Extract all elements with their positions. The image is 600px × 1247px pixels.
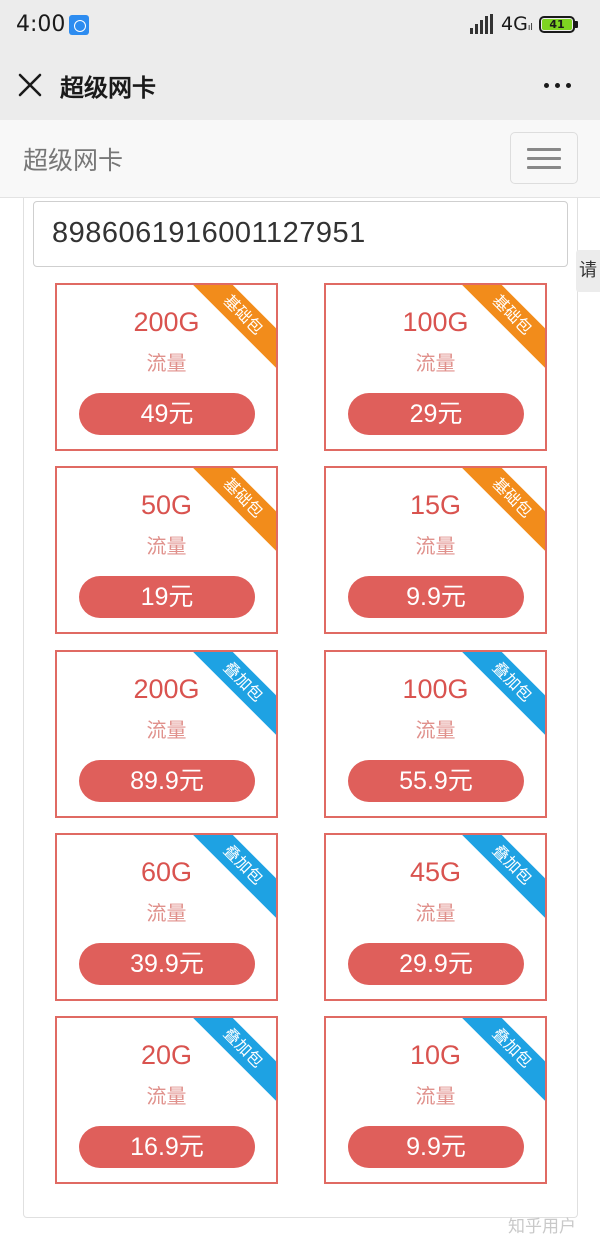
package-price-button[interactable]: 16.9元 [79, 1126, 255, 1168]
package-unit: 流量 [146, 901, 187, 925]
package-unit: 流量 [146, 718, 187, 742]
package-price-button[interactable]: 49元 [79, 393, 255, 435]
package-card[interactable]: 200G 流量 89.9元 叠加包 [55, 650, 278, 818]
status-bar: 4:00 4Gıl 41 [0, 0, 600, 50]
package-price-button[interactable]: 29.9元 [348, 943, 524, 985]
signal-icon [470, 14, 494, 34]
close-icon[interactable] [16, 71, 44, 99]
package-unit: 流量 [146, 534, 187, 558]
package-unit: 流量 [415, 718, 456, 742]
network-type: 4Gıl [501, 13, 533, 35]
battery-icon: 41 [539, 16, 578, 33]
package-card[interactable]: 20G 流量 16.9元 叠加包 [55, 1016, 278, 1184]
package-price-button[interactable]: 55.9元 [348, 760, 524, 802]
package-unit: 流量 [415, 901, 456, 925]
package-price-button[interactable]: 19元 [79, 576, 255, 618]
package-price-button[interactable]: 89.9元 [79, 760, 255, 802]
package-card[interactable]: 100G 流量 55.9元 叠加包 [324, 650, 547, 818]
package-card[interactable]: 200G 流量 49元 基础包 [55, 283, 278, 451]
package-card[interactable]: 45G 流量 29.9元 叠加包 [324, 833, 547, 1001]
page-title: 超级网卡 [60, 74, 156, 102]
package-card[interactable]: 10G 流量 9.9元 叠加包 [324, 1016, 547, 1184]
package-unit: 流量 [146, 351, 187, 375]
side-tab[interactable]: 请 [576, 250, 600, 292]
package-price-button[interactable]: 39.9元 [79, 943, 255, 985]
package-unit: 流量 [415, 534, 456, 558]
navbar-brand[interactable]: 超级网卡 [23, 141, 123, 177]
package-unit: 流量 [415, 1084, 456, 1108]
more-icon[interactable] [540, 75, 576, 95]
package-price-button[interactable]: 9.9元 [348, 1126, 524, 1168]
package-unit: 流量 [146, 1084, 187, 1108]
package-card[interactable]: 50G 流量 19元 基础包 [55, 466, 278, 634]
package-unit: 流量 [415, 351, 456, 375]
app-title-bar: 超级网卡 [0, 50, 600, 120]
package-price-button[interactable]: 29元 [348, 393, 524, 435]
hamburger-menu-icon[interactable] [510, 132, 578, 184]
watermark: 知乎用户 [508, 1217, 576, 1237]
package-card[interactable]: 15G 流量 9.9元 基础包 [324, 466, 547, 634]
package-price-button[interactable]: 9.9元 [348, 576, 524, 618]
package-card[interactable]: 60G 流量 39.9元 叠加包 [55, 833, 278, 1001]
status-time: 4:00 [16, 12, 66, 37]
app-notification-icon [69, 15, 89, 35]
card-number-field[interactable]: 8986061916001127951 [33, 201, 568, 267]
package-card[interactable]: 100G 流量 29元 基础包 [324, 283, 547, 451]
battery-level: 41 [542, 19, 572, 30]
